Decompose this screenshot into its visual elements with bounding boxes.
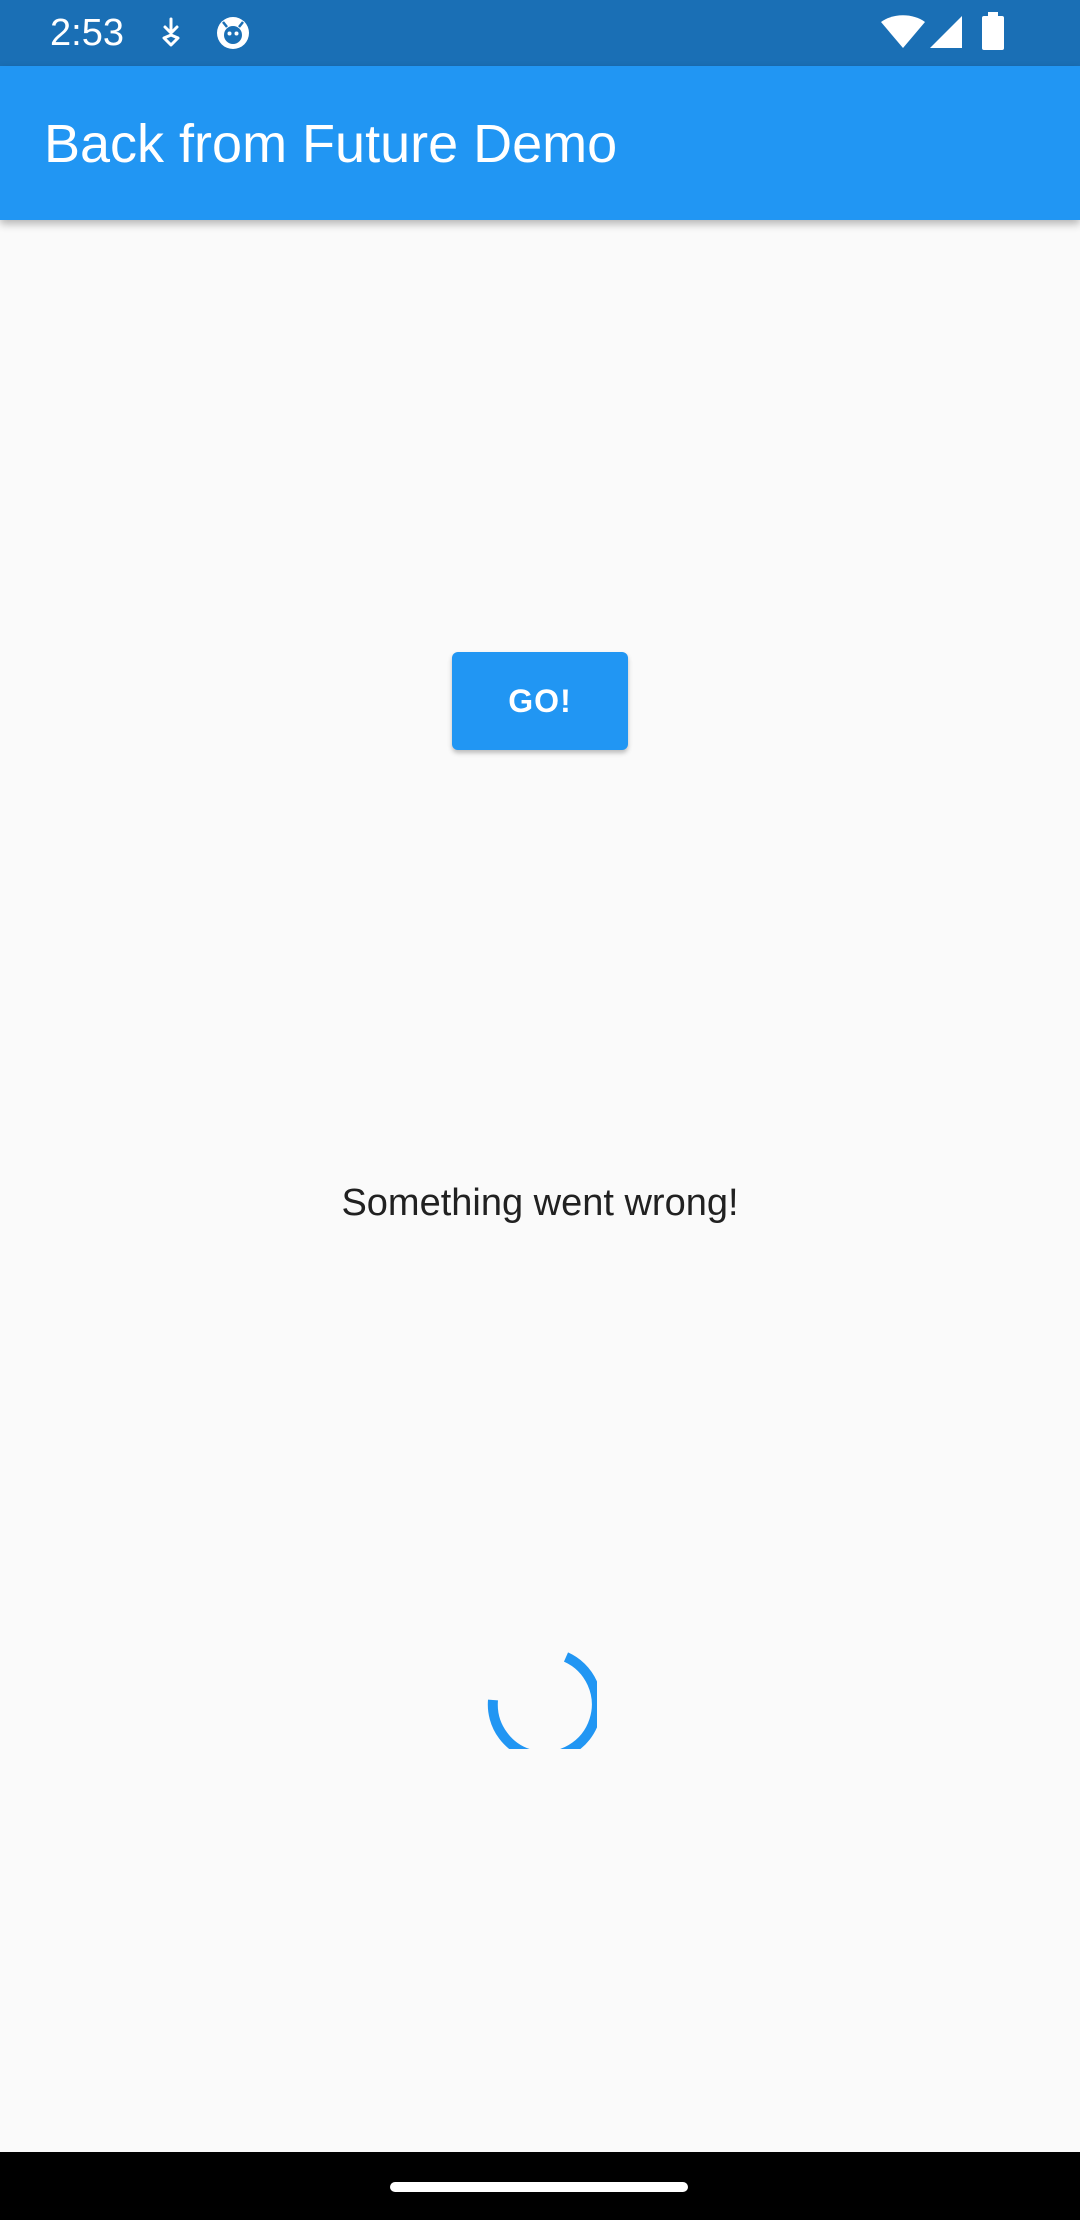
app-bar: Back from Future Demo [0,66,1080,220]
go-button[interactable]: GO! [452,652,628,750]
screen: 2:53 Back from Future Demo GO! Something… [0,0,1080,2220]
app-notification-icon [214,14,252,57]
status-bar: 2:53 [0,0,1080,66]
status-time: 2:53 [50,12,124,54]
main-content: GO! Something went wrong! [0,220,1080,2152]
battery-icon [980,12,1006,57]
status-message: Something went wrong! [341,1182,739,1224]
cell-signal-icon [928,14,964,55]
wifi-icon [880,14,926,55]
progress-spinner-icon [483,1635,602,1762]
home-handle[interactable] [390,2182,688,2192]
download-icon [156,16,186,55]
page-title: Back from Future Demo [44,114,618,174]
navigation-bar [0,2152,1080,2220]
